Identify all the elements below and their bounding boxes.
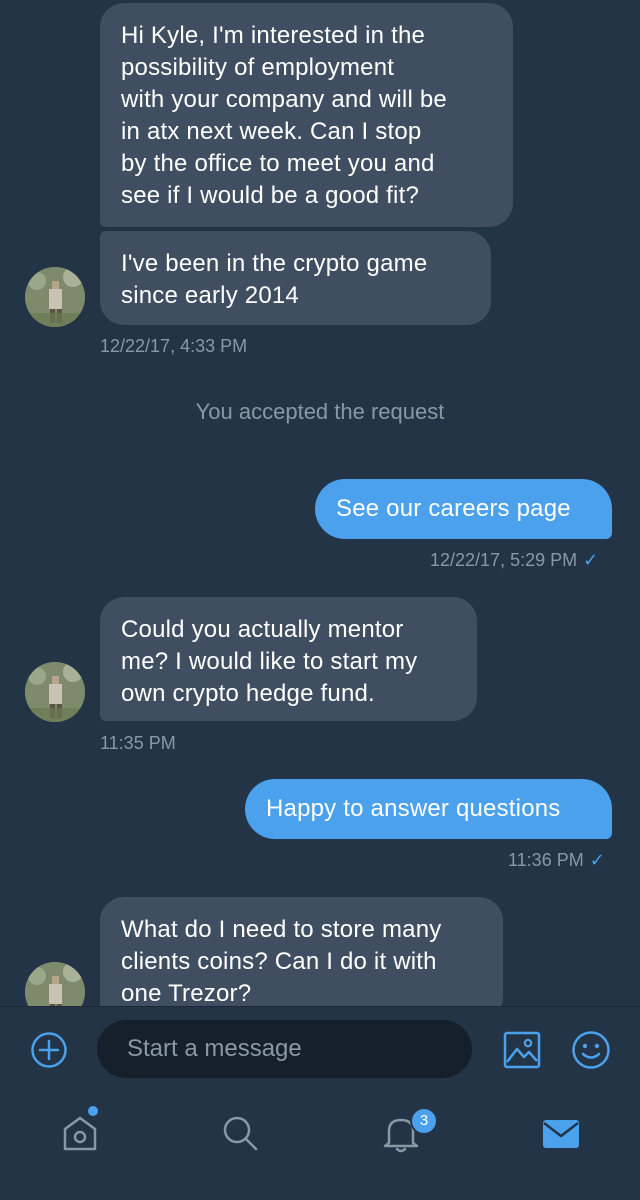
sender-avatar[interactable]: [25, 662, 85, 722]
message-line: I've been in the crypto game: [121, 250, 428, 277]
plus-circle-icon[interactable]: [30, 1031, 68, 1074]
message-line: with your company and will be: [121, 86, 447, 113]
message-timestamp: 11:35 PM: [100, 733, 176, 753]
message-line: me? I would like to start my: [121, 648, 418, 675]
message-line: own crypto hedge fund.: [121, 680, 375, 707]
message-input[interactable]: Start a message: [97, 1020, 472, 1078]
system-notice: You accepted the request: [195, 399, 445, 424]
message-line: by the office to meet you and: [121, 150, 435, 177]
sender-avatar[interactable]: [25, 267, 85, 327]
incoming-message[interactable]: Hi Kyle, I'm interested in the possibili…: [100, 3, 513, 227]
notification-count-badge: 3: [410, 1107, 438, 1135]
message-line: see if I would be a good fit?: [121, 182, 419, 209]
message-text: Happy to answer questions: [266, 795, 561, 822]
outgoing-message[interactable]: See our careers page: [315, 479, 612, 539]
read-check-icon: ✓: [589, 850, 605, 870]
incoming-message[interactable]: I've been in the crypto game since early…: [100, 231, 491, 325]
image-icon[interactable]: [502, 1030, 542, 1075]
message-line: since early 2014: [121, 282, 299, 309]
emoji-icon[interactable]: [571, 1030, 611, 1075]
messages-icon[interactable]: [542, 1117, 580, 1156]
message-line: one Trezor?: [121, 980, 252, 1006]
read-check-icon: ✓: [583, 550, 599, 570]
home-icon[interactable]: [60, 1113, 100, 1158]
timestamp-text: 11:36 PM: [508, 850, 584, 870]
message-thread: Hi Kyle, I'm interested in the possibili…: [0, 0, 640, 1006]
message-timestamp: 12/22/17, 5:29 PM ✓: [430, 550, 598, 571]
message-line: What do I need to store many: [121, 916, 442, 943]
incoming-message[interactable]: Could you actually mentor me? I would li…: [100, 597, 477, 721]
message-text: See our careers page: [336, 495, 571, 522]
outgoing-message[interactable]: Happy to answer questions: [245, 779, 612, 839]
message-line: Hi Kyle, I'm interested in the: [121, 22, 426, 49]
message-line: possibility of employment: [121, 54, 395, 81]
message-input-placeholder: Start a message: [127, 1035, 302, 1062]
sender-avatar[interactable]: [25, 962, 85, 1006]
message-timestamp: 11:36 PM ✓: [508, 850, 605, 871]
message-timestamp: 12/22/17, 4:33 PM: [100, 336, 248, 356]
incoming-message[interactable]: What do I need to store many clients coi…: [100, 897, 503, 1006]
message-line: clients coins? Can I do it with: [121, 948, 437, 975]
message-line: Could you actually mentor: [121, 616, 404, 643]
home-unread-dot: [88, 1106, 98, 1116]
timestamp-text: 12/22/17, 5:29 PM: [430, 550, 578, 570]
message-line: in atx next week. Can I stop: [121, 118, 422, 145]
search-icon[interactable]: [220, 1113, 260, 1158]
